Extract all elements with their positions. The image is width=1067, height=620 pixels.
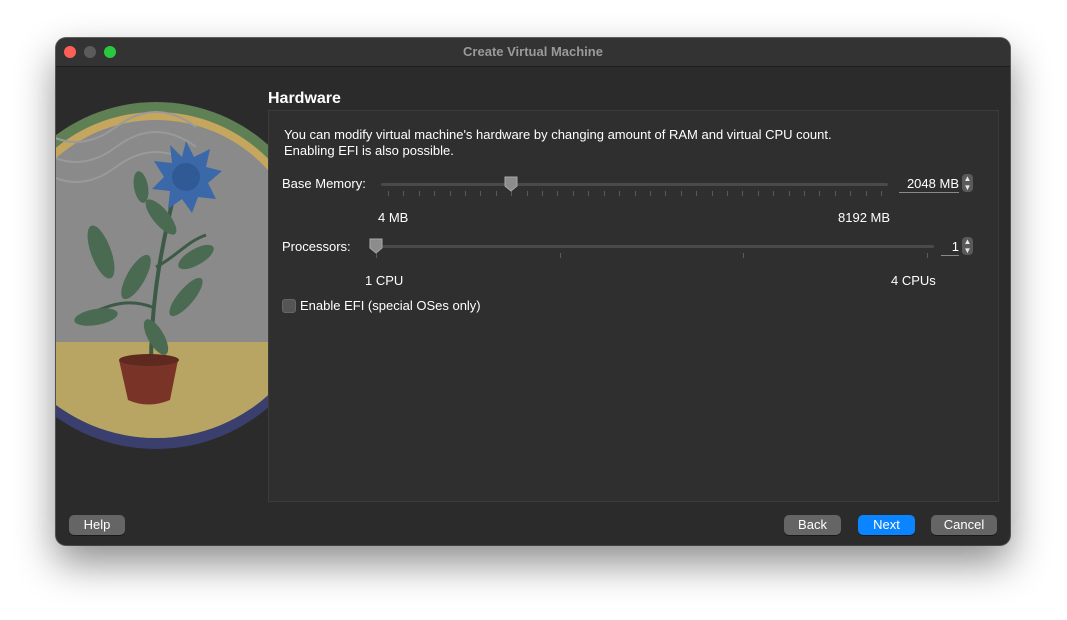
- slider-tick: [789, 191, 790, 196]
- slider-tick: [604, 191, 605, 196]
- memory-max-label: 8192 MB: [838, 210, 891, 225]
- slider-tick: [403, 191, 404, 196]
- processors-slider[interactable]: [369, 238, 934, 259]
- slider-tick: [835, 191, 836, 196]
- slider-tick: [742, 191, 743, 196]
- slider-tick: [388, 191, 389, 196]
- chevron-down-icon[interactable]: ▼: [962, 246, 973, 255]
- processors-min-label: 1 CPU: [365, 273, 404, 288]
- slider-tick: [881, 191, 882, 196]
- processors-slider-thumb[interactable]: [369, 238, 383, 254]
- processors-value-input[interactable]: 1: [941, 239, 959, 256]
- slider-tick: [727, 191, 728, 196]
- slider-tick: [573, 191, 574, 196]
- memory-min-label: 4 MB: [378, 210, 409, 225]
- slider-tick: [557, 191, 558, 196]
- slider-tick: [743, 253, 744, 258]
- efi-checkbox[interactable]: [282, 299, 296, 313]
- hardware-panel: You can modify virtual machine's hardwar…: [268, 110, 999, 502]
- slider-tick: [434, 191, 435, 196]
- slider-tick: [927, 253, 928, 258]
- dialog-window: Create Virtual Machine Hardware You can …: [56, 38, 1010, 545]
- window-title: Create Virtual Machine: [463, 44, 603, 59]
- slider-tick: [450, 191, 451, 196]
- processors-label: Processors:: [282, 239, 351, 254]
- slider-tick: [866, 191, 867, 196]
- chevron-down-icon[interactable]: ▼: [962, 183, 973, 192]
- description-line-2: Enabling EFI is also possible.: [284, 143, 454, 158]
- description-line-1: You can modify virtual machine's hardwar…: [284, 127, 832, 142]
- description: You can modify virtual machine's hardwar…: [284, 127, 832, 159]
- back-button[interactable]: Back: [784, 515, 841, 535]
- slider-tick: [758, 191, 759, 196]
- memory-value-input[interactable]: 2048 MB: [899, 176, 959, 193]
- slider-tick: [542, 191, 543, 196]
- slider-tick: [560, 253, 561, 258]
- memory-slider-thumb[interactable]: [504, 176, 518, 192]
- memory-slider-track: [381, 183, 888, 186]
- memory-slider[interactable]: [381, 176, 888, 197]
- slider-tick: [419, 191, 420, 196]
- slider-tick: [665, 191, 666, 196]
- slider-tick: [588, 191, 589, 196]
- chevron-up-icon[interactable]: ▲: [962, 237, 973, 246]
- processors-stepper[interactable]: ▲ ▼: [962, 237, 973, 255]
- processors-slider-track: [369, 245, 934, 248]
- help-button[interactable]: Help: [69, 515, 125, 535]
- slider-tick: [480, 191, 481, 196]
- slider-tick: [696, 191, 697, 196]
- slider-tick: [650, 191, 651, 196]
- slider-tick: [850, 191, 851, 196]
- cancel-button[interactable]: Cancel: [931, 515, 997, 535]
- slider-tick: [635, 191, 636, 196]
- slider-tick: [496, 191, 497, 196]
- memory-stepper[interactable]: ▲ ▼: [962, 174, 973, 192]
- slider-tick: [465, 191, 466, 196]
- section-title: Hardware: [268, 90, 341, 107]
- titlebar: Create Virtual Machine: [56, 38, 1010, 67]
- processors-max-label: 4 CPUs: [891, 273, 936, 288]
- slider-tick: [773, 191, 774, 196]
- slider-tick: [619, 191, 620, 196]
- slider-tick: [681, 191, 682, 196]
- slider-tick: [712, 191, 713, 196]
- next-button[interactable]: Next: [858, 515, 915, 535]
- slider-tick: [819, 191, 820, 196]
- slider-tick: [804, 191, 805, 196]
- slider-tick: [527, 191, 528, 196]
- efi-label[interactable]: Enable EFI (special OSes only): [300, 298, 481, 313]
- memory-label: Base Memory:: [282, 176, 366, 191]
- chevron-up-icon[interactable]: ▲: [962, 174, 973, 183]
